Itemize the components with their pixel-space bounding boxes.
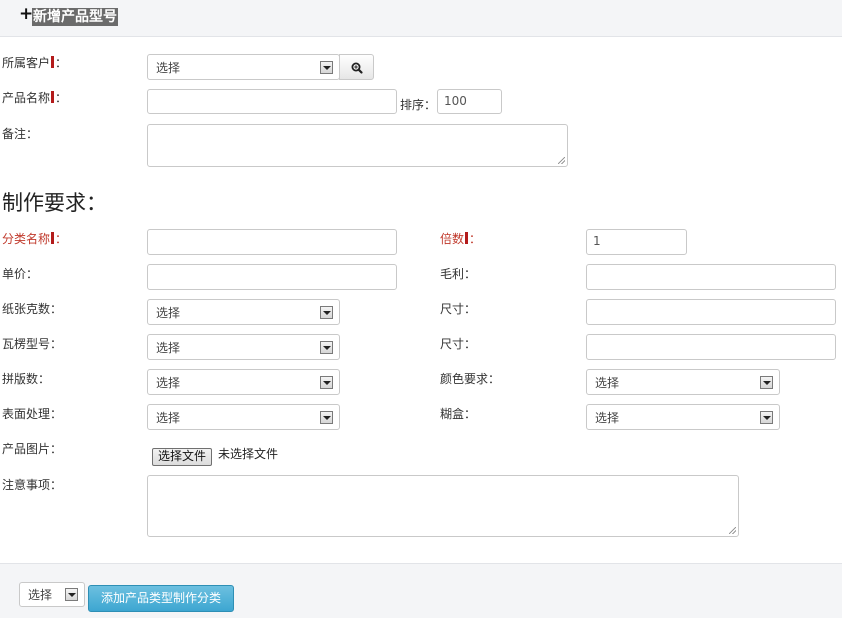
size-label-2: 尺寸：: [440, 337, 477, 351]
gross-profit-input[interactable]: [586, 264, 836, 290]
add-category-button[interactable]: 添加产品类型制作分类: [88, 585, 234, 612]
required-marker: [465, 232, 469, 244]
multiple-label: 倍数：: [440, 232, 482, 246]
footer-select-value: 选择: [28, 588, 53, 602]
size-input-1[interactable]: [586, 299, 836, 325]
color-req-select-value: 选择: [595, 376, 620, 390]
flute-type-select-value: 选择: [156, 341, 181, 355]
paper-weight-select[interactable]: 选择: [147, 299, 340, 325]
box-select[interactable]: 选择: [586, 404, 780, 430]
surface-select[interactable]: 选择: [147, 404, 340, 430]
sort-input[interactable]: 100: [437, 89, 502, 114]
chevron-down-icon: [760, 411, 773, 424]
unit-price-label: 单价：: [2, 267, 39, 281]
color-req-select[interactable]: 选择: [586, 369, 780, 395]
size-label-1: 尺寸：: [440, 302, 477, 316]
page-title: 新增产品型号: [32, 8, 118, 26]
customer-select-value: 选择: [156, 61, 181, 75]
imposition-label: 拼版数：: [2, 372, 51, 386]
product-image-label: 产品图片：: [2, 442, 63, 456]
chevron-down-icon: [65, 588, 78, 601]
chevron-down-icon: [320, 376, 333, 389]
surface-label: 表面处理：: [2, 407, 63, 421]
chevron-down-icon: [320, 61, 333, 74]
product-name-label: 产品名称：: [2, 91, 68, 105]
remark-textarea[interactable]: [147, 124, 568, 167]
paper-weight-select-value: 选择: [156, 306, 181, 320]
section-title: 制作要求：: [2, 191, 107, 215]
choose-file-button[interactable]: 选择文件: [152, 448, 213, 466]
notes-label: 注意事项：: [2, 478, 63, 492]
size-input-2[interactable]: [586, 334, 836, 360]
color-req-label: 颜色要求：: [440, 372, 501, 386]
notes-textarea[interactable]: [147, 475, 739, 537]
file-status-text: 未选择文件: [218, 447, 279, 461]
chevron-down-icon: [760, 376, 773, 389]
customer-search-button[interactable]: [339, 54, 374, 80]
surface-select-value: 选择: [156, 411, 181, 425]
required-marker: [51, 232, 55, 244]
imposition-select-value: 选择: [156, 376, 181, 390]
product-name-input[interactable]: [147, 89, 397, 114]
chevron-down-icon: [320, 411, 333, 424]
category-name-input[interactable]: [147, 229, 397, 255]
box-label: 糊盒：: [440, 407, 477, 421]
resize-grip-icon[interactable]: [558, 157, 565, 164]
chevron-down-icon: [320, 341, 333, 354]
multiple-input[interactable]: 1: [586, 229, 687, 255]
remark-label: 备注：: [2, 127, 39, 141]
required-marker: [51, 91, 55, 103]
box-select-value: 选择: [595, 411, 620, 425]
magnifier-zoom-icon: [351, 62, 363, 74]
category-name-label: 分类名称：: [2, 232, 68, 246]
required-marker: [51, 56, 55, 68]
form-footer: 选择 添加产品类型制作分类: [0, 563, 842, 618]
gross-profit-label: 毛利：: [440, 267, 477, 281]
flute-type-select[interactable]: 选择: [147, 334, 340, 360]
resize-grip-icon[interactable]: [729, 527, 736, 534]
footer-select[interactable]: 选择: [19, 582, 85, 607]
chevron-down-icon: [320, 306, 333, 319]
paper-weight-label: 纸张克数：: [2, 302, 63, 316]
customer-select[interactable]: 选择: [147, 54, 340, 80]
customer-label: 所属客户：: [2, 56, 68, 70]
sort-label: 排序：: [400, 98, 437, 112]
unit-price-input[interactable]: [147, 264, 397, 290]
imposition-select[interactable]: 选择: [147, 369, 340, 395]
page-header: + 新增产品型号: [0, 0, 842, 37]
flute-type-label: 瓦楞型号：: [2, 337, 63, 351]
